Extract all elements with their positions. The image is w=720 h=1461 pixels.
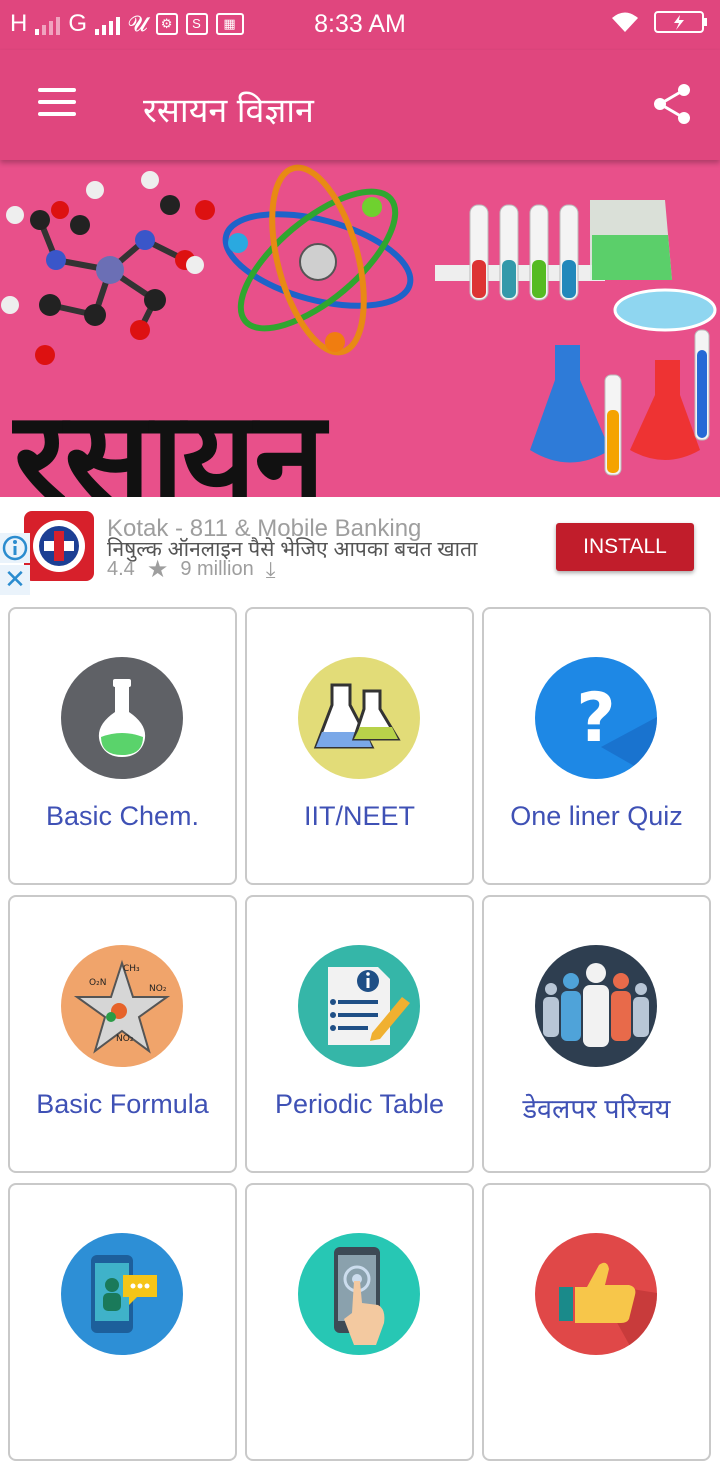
tile-label: Basic Formula: [36, 1089, 209, 1119]
touch-phone-icon: [298, 1233, 420, 1355]
tile-iit-neet[interactable]: IIT/NEET: [245, 607, 474, 885]
banner-title: रसायन: [14, 384, 325, 497]
tile-label: IIT/NEET: [303, 801, 415, 831]
tile-label: Basic Chem.: [45, 801, 200, 831]
tile-rate-us[interactable]: [482, 1183, 711, 1461]
wifi-icon: [612, 12, 638, 32]
kotak-logo: [24, 511, 94, 581]
ad-meta: 4.4 ★ 9 million ⤓: [107, 555, 275, 584]
hamburger-menu-icon[interactable]: [38, 88, 76, 118]
team-people-icon: [535, 945, 657, 1067]
svg-text:?: ?: [576, 679, 615, 758]
ad-banner[interactable]: Kotak - 811 & Mobile Banking निषुल्क ऑनल…: [0, 497, 720, 600]
document-info-icon: [298, 945, 420, 1067]
ad-info-icon[interactable]: [0, 533, 30, 563]
beakers-icon: [298, 657, 420, 779]
star-icon: ★: [146, 556, 169, 583]
app-bar: रसायन विज्ञान: [0, 50, 720, 160]
question-icon: ?: [535, 657, 657, 779]
status-right: [610, 10, 708, 34]
tile-chat[interactable]: [8, 1183, 237, 1461]
svg-text:NO₂: NO₂: [116, 1034, 134, 1044]
tile-basic-formula[interactable]: O₂N CH₃ NO₂ NO₂ Basic Formula: [8, 895, 237, 1173]
svg-text:CH₃: CH₃: [123, 964, 140, 974]
chat-phone-icon: [61, 1233, 183, 1355]
status-bar: H G 𝓤 ⚙ S ▦ 8:33 AM: [0, 0, 720, 50]
tile-label: One liner Quiz: [510, 801, 683, 831]
tile-label: डेवलपर परिचय: [522, 1094, 671, 1124]
thumbs-up-icon: [535, 1233, 657, 1355]
header-banner: रसायन: [0, 160, 720, 497]
tile-touch[interactable]: [245, 1183, 474, 1461]
svg-text:NO₂: NO₂: [149, 984, 167, 994]
install-button[interactable]: INSTALL: [556, 523, 694, 571]
ad-downloads: 9 million: [180, 558, 254, 580]
tile-periodic-table[interactable]: Periodic Table: [245, 895, 474, 1173]
molecule-star-icon: O₂N CH₃ NO₂ NO₂: [61, 945, 183, 1067]
share-icon[interactable]: [650, 82, 694, 126]
tile-label: Periodic Table: [274, 1089, 445, 1119]
ad-rating: 4.4: [107, 558, 135, 580]
svg-text:O₂N: O₂N: [89, 978, 106, 988]
tile-developer-info[interactable]: डेवलपर परिचय: [482, 895, 711, 1173]
flask-icon: [61, 657, 183, 779]
battery-icon: [654, 11, 707, 33]
tile-one-liner-quiz[interactable]: ? One liner Quiz: [482, 607, 711, 885]
app-title: रसायन विज्ञान: [143, 92, 314, 130]
ad-close-icon[interactable]: ✕: [0, 565, 30, 595]
download-icon: ⤓: [265, 556, 276, 582]
tile-basic-chem[interactable]: Basic Chem.: [8, 607, 237, 885]
